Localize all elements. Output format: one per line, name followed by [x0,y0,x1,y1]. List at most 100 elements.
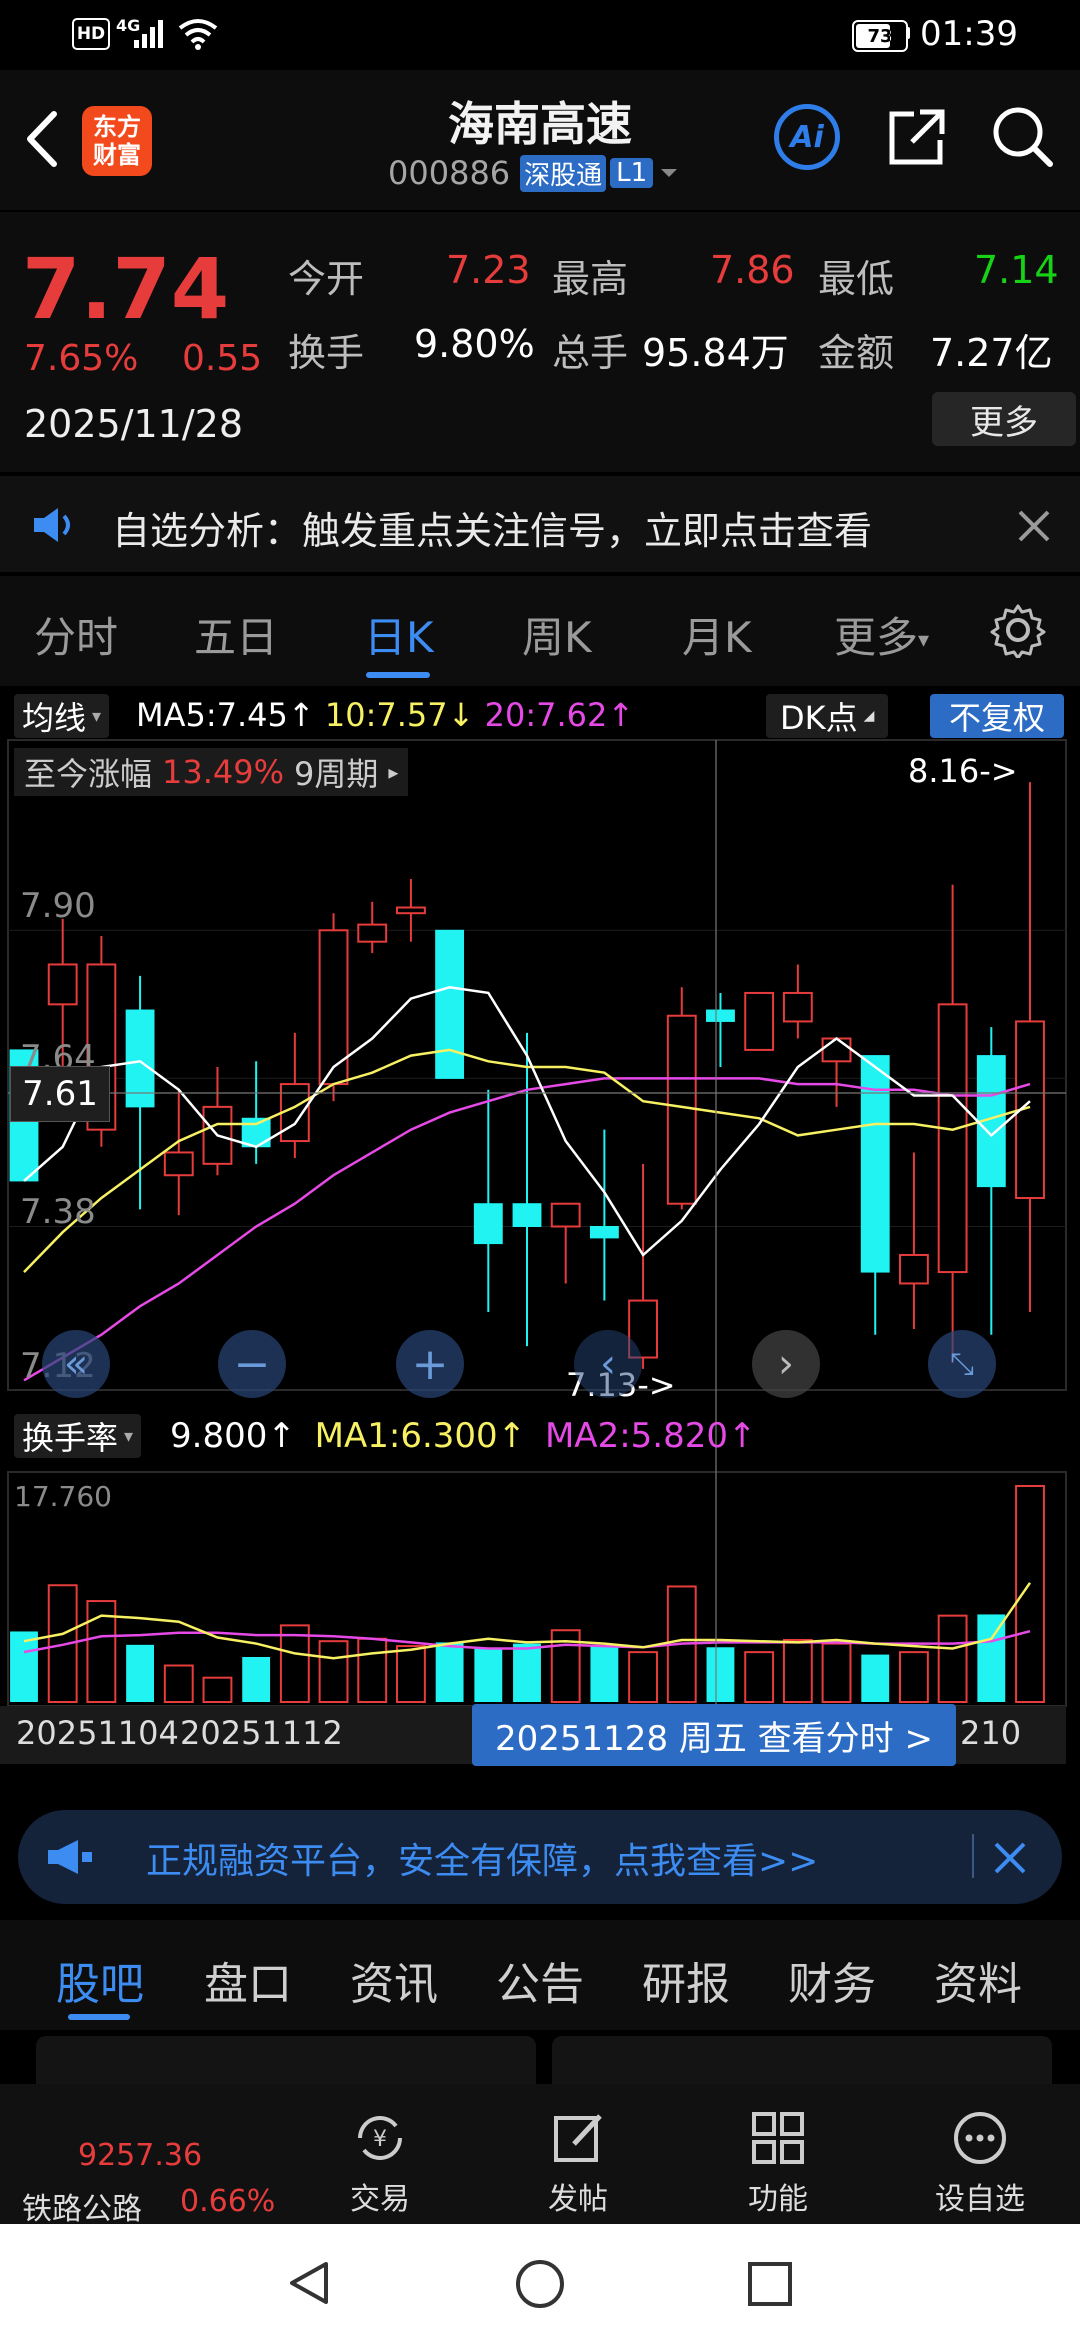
megaphone-icon [48,1840,92,1874]
kline-panel: 均线 ▾ MA5:7.45↑ 10:7.57↓ 20:7.62↑ DK点 ◢ 不复权… [0,686,1080,1796]
grid-icon [752,2112,804,2164]
nav-trade[interactable]: ¥ 交易 [330,2098,430,2218]
candle-body [435,929,465,1079]
stock-name: 海南高速 [448,97,632,151]
index-value: 9257.36 [78,2138,203,2173]
turnover-bar [395,1645,426,1704]
divider [972,1834,974,1878]
market-tag: 深股通 [520,154,607,192]
back-icon[interactable] [22,108,62,170]
battery-level: 73 [867,25,893,47]
candle-body [47,963,78,1006]
zoom-in-button[interactable]: + [396,1330,464,1398]
turnover-bar [513,1643,541,1702]
banner-text: 正规融资平台，安全有保障，点我查看>> [146,1841,819,1882]
battery-icon: 73 [852,20,908,52]
candle-body [163,1151,194,1177]
content-tabs: 股吧 盘口 资讯 公告 研报 财务 资料 [0,1920,1080,2030]
tab-monthly-k[interactable]: 月K [682,604,752,665]
tab-financials[interactable]: 财务 [788,1948,876,2012]
caret-down-icon: ▾ [918,628,930,653]
turnover-bar [318,1640,349,1704]
search-icon[interactable] [988,102,1056,170]
tab-guba[interactable]: 股吧 [56,1948,144,2012]
signal-icon [134,20,163,48]
hd-badge: HD [72,18,110,50]
high-value: 7.86 [710,248,795,292]
tab-minute[interactable]: 分时 [34,604,118,665]
candle-body [821,1037,852,1063]
clock: 01:39 [920,14,1018,54]
x-label: 20251112 [180,1714,343,1752]
high-marker: 8.16-> [908,752,1018,790]
nav-recents-icon[interactable] [746,2260,794,2308]
turnover-bar [590,1646,619,1702]
fullscreen-icon[interactable]: ⤡ [928,1330,996,1398]
y-tick-label: 7.90 [20,886,96,926]
kline-chart[interactable] [0,686,1080,1796]
notice-text: 自选分析：触发重点关注信号，立即点击查看 [112,509,873,553]
analysis-notice[interactable]: 自选分析：触发重点关注信号，立即点击查看 [0,476,1080,572]
close-icon[interactable] [1014,506,1054,546]
candle-body [550,1202,581,1228]
turnover-bar [357,1637,388,1704]
change-percent: 7.65% [24,338,139,379]
stock-code: 000886 [388,154,511,192]
scroll-left-button[interactable]: ‹ [574,1330,642,1398]
nav-post[interactable]: 发帖 [528,2098,628,2218]
sub-legend: 9.800↑ MA1:6.300↑ MA2:5.820↑ [170,1416,757,1456]
turnover-bar [821,1642,852,1704]
candle-body [898,1253,929,1285]
change-amount: 0.55 [182,338,263,379]
promo-banner[interactable]: 正规融资平台，安全有保障，点我查看>> [18,1810,1062,1904]
tab-news[interactable]: 资讯 [350,1948,438,2012]
amount-value: 7.27亿 [930,331,1053,375]
turnover-bar [744,1651,775,1703]
sub-indicator-selector[interactable]: 换手率 ▾ [14,1414,142,1458]
more-dots-icon [954,2112,1006,2164]
nav-home-icon[interactable] [514,2258,566,2310]
system-nav-bar [0,2224,1080,2340]
sub-max-label: 17.760 [14,1480,112,1513]
turnover-bar [435,1642,464,1702]
eastmoney-logo: 东方 财富 [82,106,152,176]
tab-daily-k[interactable]: 日K [364,604,434,665]
low-value: 7.14 [974,248,1059,292]
turnover-bar [163,1664,194,1703]
quote-panel: 7.74 7.65% 0.55 2025/11/28 今开 7.23 最高 7.… [0,212,1080,472]
wifi-icon [178,19,218,50]
tab-announcements[interactable]: 公告 [496,1948,584,2012]
settings-gear-icon[interactable] [990,602,1046,658]
tab-order-book[interactable]: 盘口 [204,1948,292,2012]
turnover-bar [782,1638,813,1703]
close-icon[interactable] [990,1838,1030,1878]
index-name[interactable]: 铁路公路 [22,2184,142,2228]
more-button[interactable]: 更多 [932,392,1076,446]
candle-body [512,1203,542,1228]
turnover-bar [1015,1485,1045,1703]
nav-add-watchlist[interactable]: 设自选 [920,2098,1040,2218]
tab-five-day[interactable]: 五日 [194,604,278,665]
tab-research[interactable]: 研报 [642,1948,730,2012]
speaker-icon [34,508,70,542]
ai-button[interactable]: Ai [774,104,840,170]
nav-functions[interactable]: 功能 [728,2098,828,2218]
feed-card[interactable] [36,2036,536,2086]
tab-more[interactable]: 更多▾ [834,604,929,665]
scroll-left-fast-button[interactable]: « [42,1330,110,1398]
scroll-right-button[interactable]: › [752,1330,820,1398]
share-icon[interactable] [884,104,950,170]
zoom-out-button[interactable]: − [218,1330,286,1398]
tab-weekly-k[interactable]: 周K [522,604,592,665]
tab-profile[interactable]: 资料 [934,1948,1022,2012]
turnover-bar [474,1648,503,1702]
nav-back-icon[interactable] [284,2258,334,2308]
view-minute-tooltip[interactable]: 20251128 周五 查看分时 > [472,1704,956,1766]
candle-body [706,1009,735,1022]
stock-code-row[interactable]: 000886 深股通 L1 [388,154,681,192]
svg-text:¥: ¥ [373,2127,387,2152]
turnover-bar [126,1644,155,1702]
high-label: 最高 [552,257,629,301]
turnover-bar [706,1647,735,1702]
feed-card[interactable] [552,2036,1052,2086]
